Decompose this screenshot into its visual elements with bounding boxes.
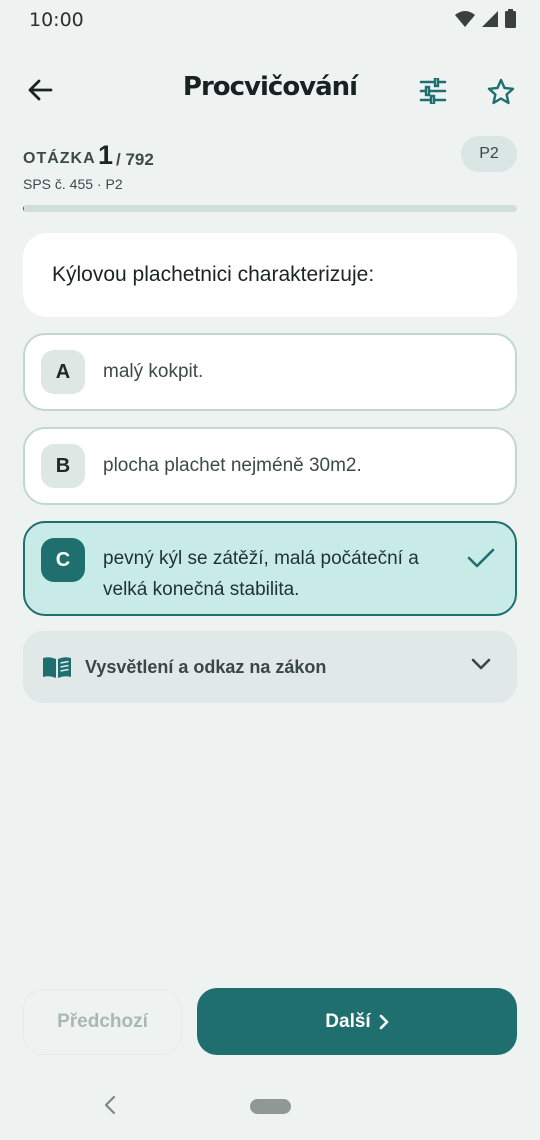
answer-text: pevný kýl se zátěží, malá počáteční a ve… (103, 543, 419, 605)
answer-text: malý kokpit. (103, 361, 204, 382)
filter-button[interactable] (414, 72, 452, 110)
answer-option-a[interactable]: A malý kokpit. (23, 333, 517, 411)
system-back-icon[interactable] (102, 1094, 118, 1116)
status-icons (455, 9, 516, 28)
progress-fill (23, 205, 24, 212)
answer-letter: B (41, 444, 85, 488)
question-card: Kýlovou plachetnici charakterizuje: (23, 233, 517, 317)
question-label: OTÁZKA (23, 150, 96, 167)
next-button-label: Další (325, 1010, 371, 1032)
chevron-down-icon (471, 658, 491, 670)
book-icon (43, 657, 71, 678)
question-source: SPS č. 455 · P2 (23, 176, 123, 192)
app-bar: Procvičování (0, 62, 540, 120)
question-text: Kýlovou plachetnici charakterizuje: (52, 263, 375, 286)
answer-letter: C (41, 538, 85, 582)
status-bar: 10:00 (0, 0, 540, 40)
system-home-pill[interactable] (250, 1099, 291, 1114)
favorite-button[interactable] (482, 72, 520, 110)
star-outline-icon (487, 78, 515, 104)
question-number: 1 (98, 140, 114, 170)
answer-text-line: pevný kýl se zátěží, malá počáteční a (103, 548, 419, 569)
battery-icon (505, 9, 516, 28)
status-time: 10:00 (29, 9, 84, 31)
wifi-icon (455, 10, 475, 27)
next-button[interactable]: Další (197, 988, 517, 1055)
chevron-right-icon (379, 1014, 389, 1029)
page-title: Procvičování (182, 72, 358, 102)
answer-text-line: velká konečná stabilita. (103, 579, 300, 600)
question-total: / 792 (116, 150, 154, 169)
signal-icon (482, 10, 498, 27)
answer-option-c[interactable]: C pevný kýl se zátěží, malá počáteční a … (23, 521, 517, 616)
explanation-expander[interactable]: Vysvětlení a odkaz na zákon (23, 631, 517, 703)
check-icon (467, 548, 495, 568)
progress-bar (23, 205, 517, 212)
tune-icon (419, 78, 447, 104)
level-badge: P2 (461, 136, 517, 172)
answer-option-b[interactable]: B plocha plachet nejméně 30m2. (23, 427, 517, 505)
answer-letter: A (41, 350, 85, 394)
explanation-label: Vysvětlení a odkaz na zákon (85, 657, 327, 677)
previous-button[interactable]: Předchozí (23, 989, 182, 1055)
question-header: OTÁZKA 1 / 792 SPS č. 455 · P2 P2 (23, 136, 517, 198)
answer-text: plocha plachet nejméně 30m2. (103, 455, 362, 476)
